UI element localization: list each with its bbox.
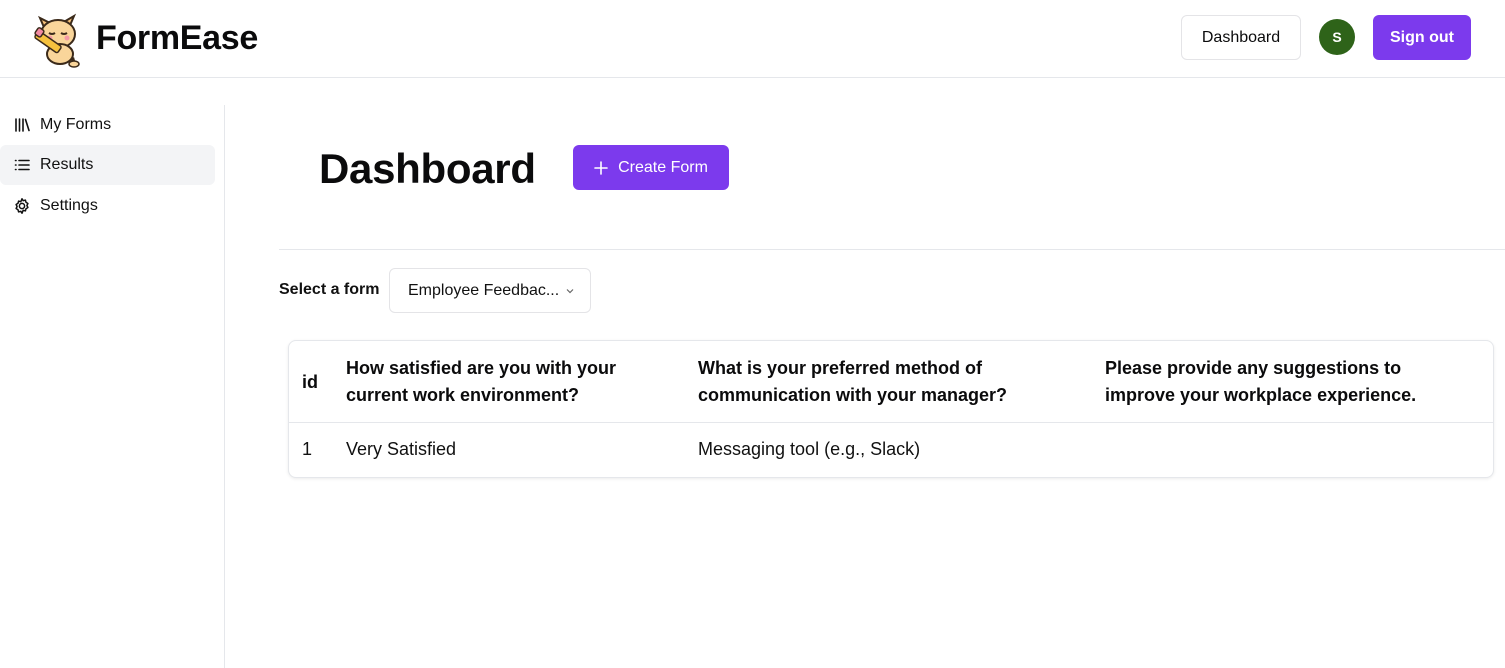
select-form-label: Select a form [279, 281, 380, 298]
column-header: What is your preferred method of communi… [698, 358, 1008, 405]
list-icon [13, 156, 31, 174]
table-cell: Messaging tool (e.g., Slack) [698, 439, 921, 459]
gear-icon [13, 197, 31, 215]
library-icon [13, 116, 31, 134]
avatar[interactable]: S [1319, 19, 1355, 55]
column-header: Please provide any suggestions to improv… [1105, 358, 1417, 405]
table-header: id How satisfied are you with your curre… [289, 341, 1493, 423]
chevron-down-icon [566, 289, 574, 294]
results-table: id How satisfied are you with your curre… [288, 340, 1494, 478]
create-form-button[interactable]: Create Form [573, 145, 729, 190]
sidebar-item-label: My Forms [40, 116, 112, 133]
table-cell: Very Satisfied [346, 439, 457, 459]
top-bar: FormEase Dashboard S Sign out [0, 0, 1505, 78]
form-select-value: Employee Feedbac... [408, 281, 560, 299]
sidebar-item-label: Settings [40, 197, 98, 214]
cat-logo-icon [34, 13, 80, 68]
brand[interactable]: FormEase [30, 8, 258, 68]
sidebar-item-label: Results [40, 156, 94, 173]
sidebar-item-settings[interactable]: Settings [0, 186, 215, 226]
sign-out-button[interactable]: Sign out [1373, 15, 1471, 60]
sidebar: My Forms Results Settings [0, 105, 225, 668]
table-cell: 1 [302, 439, 313, 459]
brand-name: FormEase [96, 18, 259, 57]
column-header: How satisfied are you with your current … [346, 358, 617, 405]
sidebar-item-results[interactable]: Results [0, 145, 215, 185]
column-header-id: id [302, 372, 318, 392]
plus-icon [594, 160, 608, 175]
page-title: Dashboard [319, 145, 536, 192]
form-select[interactable]: Employee Feedbac... [389, 268, 591, 313]
divider [279, 249, 1505, 250]
dashboard-button[interactable]: Dashboard [1181, 15, 1301, 60]
sidebar-item-my-forms[interactable]: My Forms [0, 105, 215, 145]
create-form-label: Create Form [618, 158, 708, 176]
